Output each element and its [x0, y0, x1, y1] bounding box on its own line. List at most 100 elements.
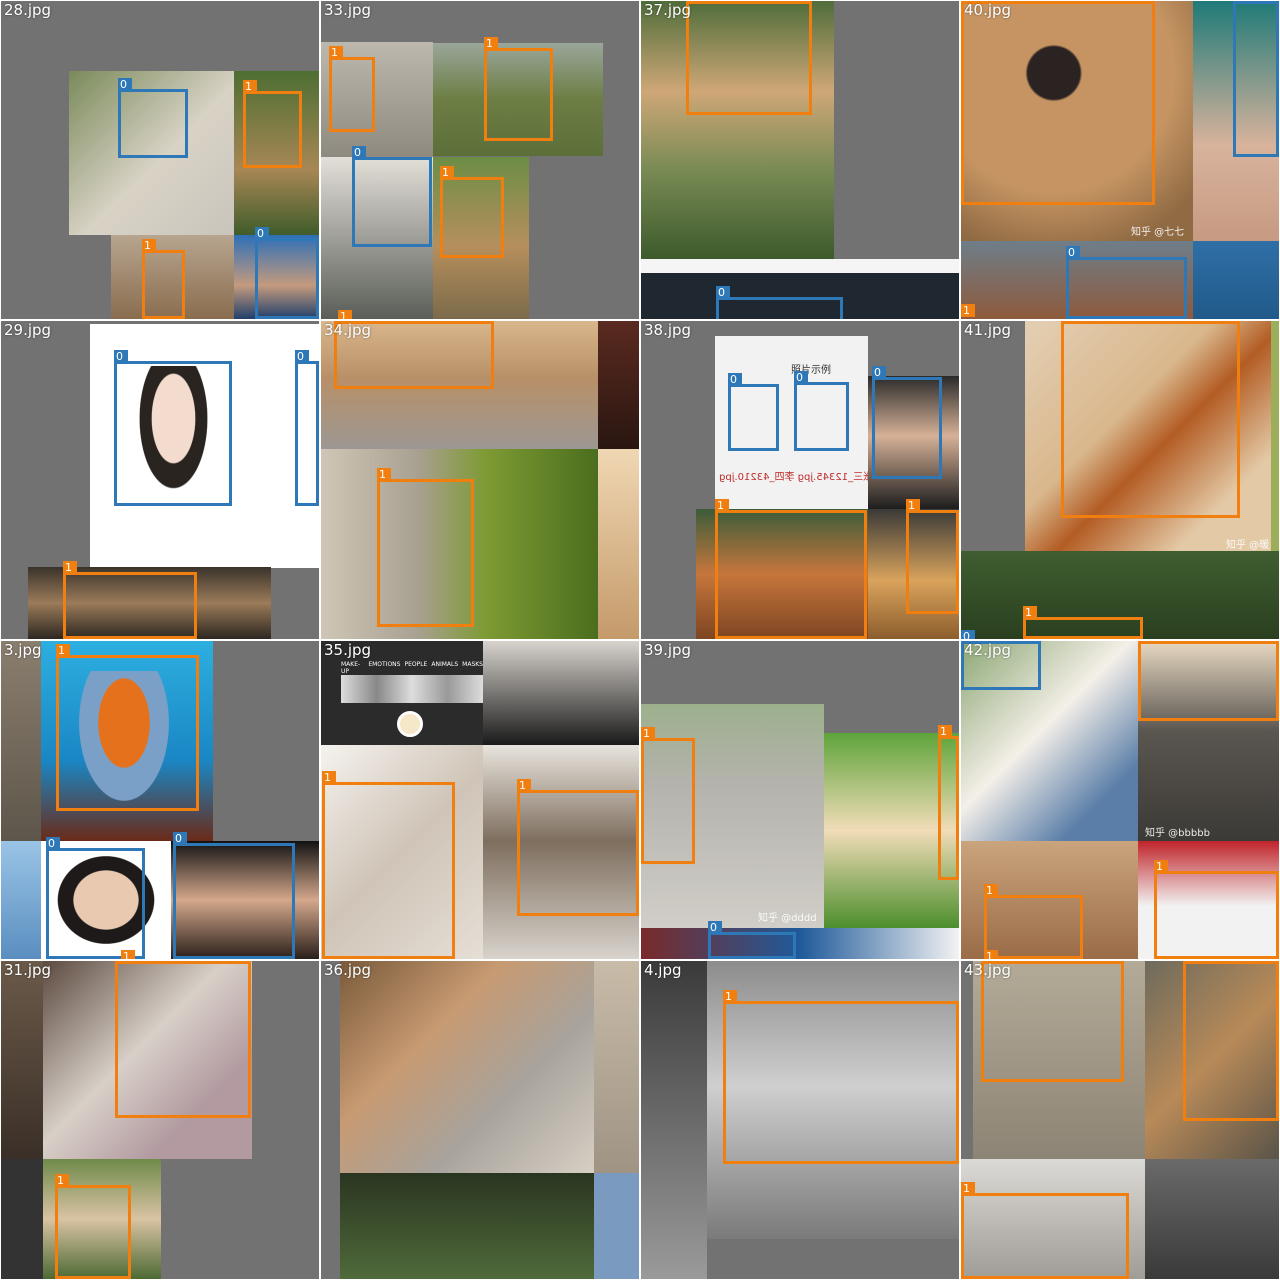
tile-filename: 28.jpg: [4, 1, 52, 19]
tile-38: 照片示例 张三_12345.jpg 李四_43210.jpg 0 0 0 1 1…: [641, 321, 959, 639]
tile-filename: 43.jpg: [964, 961, 1012, 979]
tile-34: 1 34.jpg: [321, 321, 639, 639]
dog-box: 1: [984, 884, 1083, 959]
tile-29: 0 0 1 29.jpg: [1, 321, 319, 639]
tile-filename: 39.jpg: [644, 641, 692, 659]
tile-37: 0 37.jpg: [641, 1, 959, 319]
dog-box: [1183, 961, 1279, 1121]
street-photo: [1145, 1159, 1279, 1279]
face-box: 0: [728, 373, 779, 451]
dog-box: 1: [938, 725, 959, 880]
window-titlebar: [641, 259, 959, 274]
photo: [598, 449, 639, 639]
photo: [1, 961, 43, 1159]
tile-36: 36.jpg: [321, 961, 639, 1279]
tile-35: MAKE-UP EMOTIONS PEOPLE ANIMALS MASKS 1 …: [321, 641, 639, 959]
dog-box: 1: [440, 166, 504, 258]
menu-item[interactable]: ANIMALS: [431, 661, 458, 671]
photo: [340, 1173, 594, 1279]
dog-box: 1: [961, 1, 1155, 317]
tile-42: 1 1 1 知乎 @bbbbb 42.jpg: [961, 641, 1279, 959]
menu-item[interactable]: MAKE-UP: [341, 661, 364, 675]
tile-31: 1 1 31.jpg: [1, 961, 319, 1279]
dog-box: 1: [641, 727, 695, 864]
tile-filename: 29.jpg: [4, 321, 52, 339]
photo: [1, 641, 41, 841]
watermark: 知乎 @暖: [1226, 540, 1270, 551]
tile-filename: 3.jpg: [4, 641, 42, 659]
photo: [483, 641, 639, 745]
dog-box: 1: [906, 499, 959, 614]
dog-box: 1: [115, 961, 251, 1118]
mosaic-grid: 0 1 1 0 28.jpg 1 1 0 1 1 33.jpg 0 37.jpg…: [0, 0, 1280, 1280]
face-box: 0: [708, 921, 796, 959]
face-box: 0: [1066, 246, 1187, 319]
tile-filename: 31.jpg: [4, 961, 52, 979]
tile-41: 1 0 知乎 @暖 41.jpg: [961, 321, 1279, 639]
tile-filename: 37.jpg: [644, 1, 692, 19]
photo: [641, 928, 959, 959]
face-box: 0: [794, 371, 849, 451]
watermark: 知乎 @bbbbb: [1145, 828, 1210, 839]
face-box: 0: [114, 350, 232, 506]
face-box: [1233, 1, 1279, 157]
tile-filename: 34.jpg: [324, 321, 372, 339]
face-thumbnails: [341, 675, 483, 703]
watermark: 知乎 @dddd: [758, 913, 817, 924]
menu-item[interactable]: MASKS: [462, 661, 483, 671]
dog-box: [686, 1, 812, 115]
dog-box: 1: [377, 468, 474, 627]
tile-33: 1 1 0 1 1 33.jpg: [321, 1, 639, 319]
tile-40: 1 0 知乎 @七七 40.jpg: [961, 1, 1279, 319]
face-box: 0: [118, 78, 188, 158]
dog-box: 1: [1154, 860, 1279, 959]
face-box: 0: [295, 350, 319, 506]
dog-photo: [340, 961, 594, 1173]
dog-box: 1: [723, 990, 959, 1164]
dog-box: 1: [484, 37, 553, 141]
shutter-button[interactable]: [397, 711, 423, 737]
tile-28: 0 1 1 0 28.jpg: [1, 1, 319, 319]
fence-photo: [1193, 241, 1279, 319]
tile-filename: 33.jpg: [324, 1, 372, 19]
photo: [1271, 321, 1279, 551]
menu-item[interactable]: EMOTIONS: [368, 661, 400, 671]
filter-menu: MAKE-UP EMOTIONS PEOPLE ANIMALS MASKS: [341, 661, 483, 675]
photo: [1, 1159, 43, 1279]
face-box: 0: [872, 366, 942, 479]
dog-box: 1: [1023, 606, 1143, 639]
dog-box: 1: [517, 779, 639, 916]
dog-box: 1: [243, 80, 302, 168]
face-box: 0: [173, 832, 295, 959]
photo: [598, 321, 639, 449]
dog-box: [1138, 641, 1279, 721]
photo: [641, 961, 707, 1279]
dog-box: 1: [322, 771, 455, 959]
face-box: 0: [255, 227, 319, 319]
tile-filename: 42.jpg: [964, 641, 1012, 659]
menu-item[interactable]: PEOPLE: [404, 661, 427, 671]
face-box: 0: [46, 837, 145, 959]
tile-filename: 36.jpg: [324, 961, 372, 979]
dog-box: 1: [55, 1174, 131, 1279]
tile-39: 1 1 0 知乎 @dddd 39.jpg: [641, 641, 959, 959]
tile-4: 1 4.jpg: [641, 961, 959, 1279]
tile-3: 1 0 0 1 3.jpg: [1, 641, 319, 959]
face-box: 0: [352, 146, 432, 247]
sky-photo: [1, 841, 41, 959]
watermark: 知乎 @七七: [1131, 227, 1185, 238]
tile-filename: 40.jpg: [964, 1, 1012, 19]
doc-text: 张三_12345.jpg 李四_43210.jpg: [719, 472, 874, 483]
dog-box: 1: [142, 239, 185, 319]
dog-box: 1: [961, 1182, 1129, 1279]
face-box: 0: [716, 286, 843, 319]
tile-filename: 41.jpg: [964, 321, 1012, 339]
dog-box: [1061, 321, 1240, 518]
tile-filename: 38.jpg: [644, 321, 692, 339]
dog-box: 1: [715, 499, 867, 639]
tile-filename: 4.jpg: [644, 961, 682, 979]
dog-box: 1: [329, 46, 375, 132]
tile-43: 1 43.jpg: [961, 961, 1279, 1279]
dog-box: 1: [56, 644, 199, 811]
dog-box: [981, 961, 1124, 1082]
